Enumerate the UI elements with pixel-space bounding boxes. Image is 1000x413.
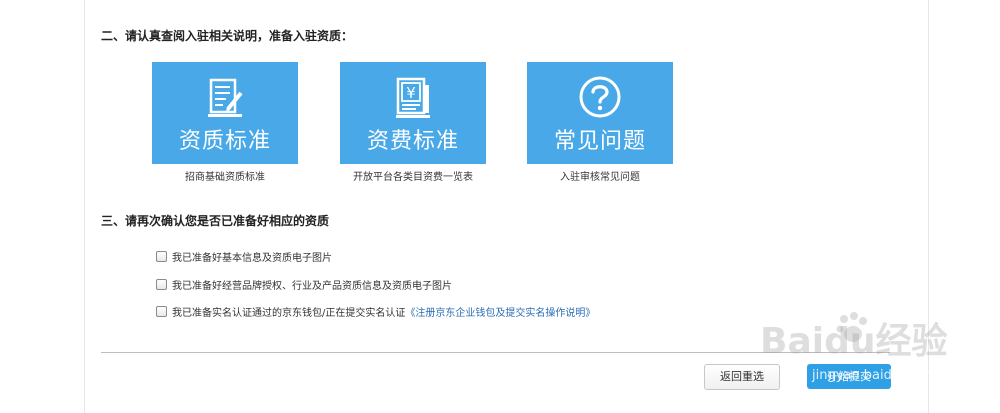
- page: 二、请认真查阅入驻相关说明，准备入驻资质： 资质标准 招商基础资质标准 ¥ 资费…: [0, 0, 1000, 413]
- check-label: 我已准备好经营品牌授权、行业及产品资质信息及资质电子图片: [172, 280, 452, 292]
- wallet-guide-link[interactable]: 《注册京东企业钱包及提交实名操作说明》: [405, 304, 595, 319]
- card-subtitle: 招商基础资质标准: [185, 172, 265, 183]
- qualification-standard-card[interactable]: 资质标准: [152, 62, 298, 164]
- check-row-basic-info[interactable]: 我已准备好基本信息及资质电子图片: [156, 249, 332, 264]
- checkbox[interactable]: [156, 305, 167, 317]
- check-row-brand-authorization[interactable]: 我已准备好经营品牌授权、行业及产品资质信息及资质电子图片: [156, 277, 452, 292]
- checkbox[interactable]: [156, 250, 167, 262]
- yen-document-icon: ¥: [396, 77, 430, 118]
- card-title: 资质标准: [178, 129, 271, 154]
- card-subtitle: 入驻审核常见问题: [560, 172, 640, 183]
- back-reselect-button[interactable]: 返回重选: [704, 364, 780, 390]
- check-label: 我已准备好基本信息及资质电子图片: [172, 252, 332, 264]
- faq-card[interactable]: 常见问题: [527, 62, 673, 164]
- check-row-wallet-verification[interactable]: 我已准备实名认证通过的京东钱包/正在提交实名认证 《注册京东企业钱包及提交实名操…: [156, 304, 595, 319]
- checkbox[interactable]: [156, 278, 167, 290]
- section-3-title: 三、请再次确认您是否已准备好相应的资质: [101, 214, 330, 228]
- card-title: 常见问题: [553, 129, 646, 154]
- card-title: 资费标准: [366, 129, 459, 154]
- question-circle-icon: [579, 76, 621, 118]
- watermark-url: jingyan.baidu.com: [812, 368, 932, 383]
- baidu-watermark: Baidu经验: [760, 321, 948, 362]
- left-border: [84, 0, 85, 413]
- section-2-title: 二、请认真查阅入驻相关说明，准备入驻资质：: [101, 29, 354, 43]
- check-label: 我已准备实名认证通过的京东钱包/正在提交实名认证: [172, 307, 406, 319]
- card-subtitle: 开放平台各类目资费一览表: [353, 172, 473, 183]
- document-pen-icon: [208, 78, 243, 117]
- fee-standard-card[interactable]: ¥ 资费标准: [340, 62, 486, 164]
- svg-text:¥: ¥: [406, 84, 416, 102]
